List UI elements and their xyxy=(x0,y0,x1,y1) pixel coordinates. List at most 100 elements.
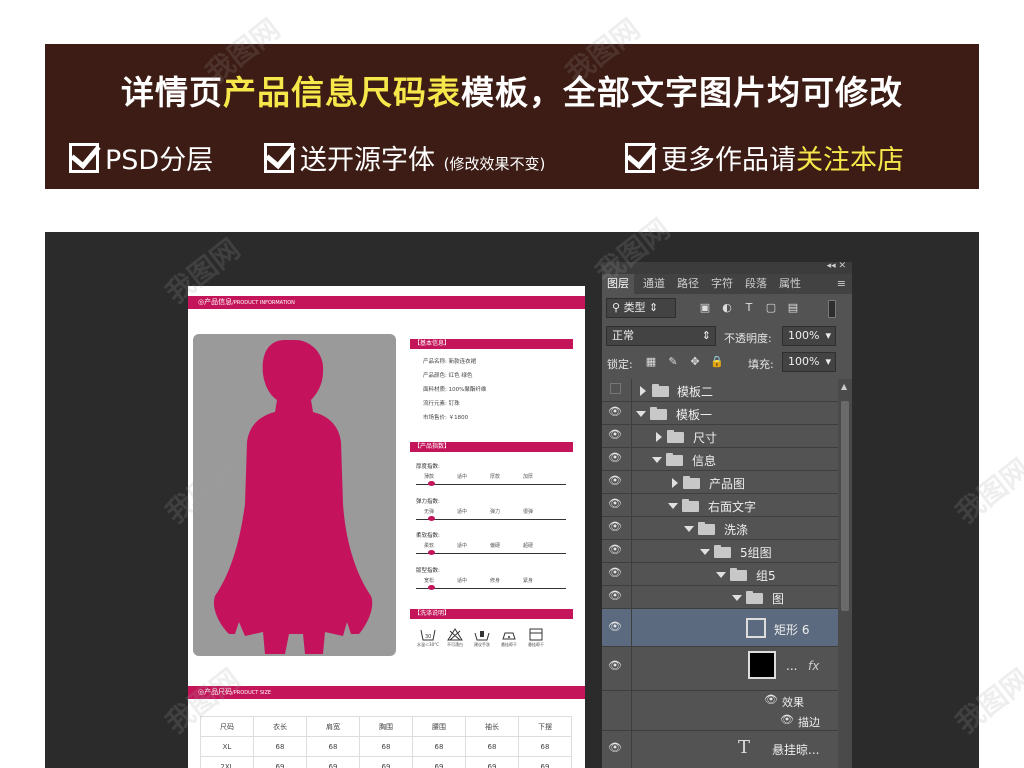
index-option: 宽松 xyxy=(424,578,435,584)
eye-icon[interactable]: 👁 xyxy=(780,713,794,726)
collapse-icon[interactable]: ◂◂ ✕ xyxy=(827,261,846,271)
blend-row: 正常 ⇕ 不透明度: 100% ▾ xyxy=(602,324,852,350)
tab-layers[interactable]: 图层 xyxy=(602,274,634,294)
index-marker xyxy=(428,585,435,590)
folder-icon xyxy=(650,407,667,420)
shape-filter-icon[interactable]: ▢ xyxy=(764,301,778,315)
layer-row[interactable]: 👁 T 悬挂晾... xyxy=(602,731,838,768)
canvas: 详情页产品信息尺码表模板，全部文字图片均可修改 PSD分层 送开源字体 (修改效… xyxy=(0,0,1024,768)
panel-titlebar: ◂◂ ✕ xyxy=(602,261,852,274)
tab-paragraph[interactable]: 段落 xyxy=(740,274,772,294)
check-icon xyxy=(625,143,655,173)
workspace: ◎产品信息/PRODUCT INFORMATION 【基本信息】 产品名称: 新… xyxy=(45,232,979,768)
index-option: 适中 xyxy=(457,543,468,549)
layer-row[interactable]: 模板二 xyxy=(602,379,838,402)
layer-row-selected[interactable]: 👁 矩形 6 xyxy=(602,609,838,647)
eye-icon[interactable]: 👁 xyxy=(608,497,624,513)
index-option: 加厚 xyxy=(523,474,534,480)
tab-character[interactable]: 字符 xyxy=(706,274,738,294)
scroll-thumb[interactable] xyxy=(841,401,849,611)
eye-icon[interactable]: 👁 xyxy=(608,566,624,582)
index-marker xyxy=(428,481,435,486)
layer-row[interactable]: 👁 信息 xyxy=(602,448,838,471)
tab-properties[interactable]: 属性 xyxy=(774,274,806,294)
index-option: 超硬 xyxy=(523,543,534,549)
banner-features: PSD分层 送开源字体 (修改效果不变) 更多作品请关注本店 xyxy=(69,138,969,178)
layer-row[interactable]: 👁 模板一 xyxy=(602,402,838,425)
panel-tabs: 图层 通道 路径 字符 段落 属性 ≡ xyxy=(602,274,852,294)
layer-row[interactable]: 👁 组5 xyxy=(602,563,838,586)
fx-icon[interactable]: fx xyxy=(808,659,819,673)
eye-icon[interactable]: 👁 xyxy=(608,451,624,467)
layers-scrollbar[interactable]: ▲ xyxy=(838,379,852,768)
eye-icon[interactable]: 👁 xyxy=(608,428,624,444)
eye-icon[interactable]: 👁 xyxy=(608,520,624,536)
banner-title: 详情页产品信息尺码表模板，全部文字图片均可修改 xyxy=(121,73,903,112)
tab-channels[interactable]: 通道 xyxy=(638,274,670,294)
index-header: 【产品指数】 xyxy=(410,442,573,452)
text-layer-icon: T xyxy=(738,737,751,758)
layer-row[interactable]: 👁 尺寸 xyxy=(602,425,838,448)
table-cell: 68 xyxy=(518,736,572,757)
effects-row[interactable]: 👁 效果 xyxy=(602,691,838,711)
collapse-icon[interactable] xyxy=(668,503,678,509)
layer-row[interactable]: 👁 图 xyxy=(602,586,838,609)
expand-icon[interactable] xyxy=(640,386,646,396)
layer-row[interactable]: 👁 右面文字 xyxy=(602,494,838,517)
expand-icon[interactable] xyxy=(672,478,678,488)
eye-icon[interactable]: 👁 xyxy=(608,659,624,675)
opacity-field[interactable]: 100% ▾ xyxy=(782,326,836,346)
filter-toggle[interactable] xyxy=(828,300,836,318)
layer-row[interactable]: 👁 产品图 xyxy=(602,471,838,494)
panel-menu-icon[interactable]: ≡ xyxy=(837,277,846,290)
table-header-cell: 肩宽 xyxy=(306,716,360,737)
lock-all-icon[interactable]: 🔒 xyxy=(710,355,724,369)
eye-icon[interactable]: 👁 xyxy=(608,405,624,421)
type-filter-icon[interactable]: T xyxy=(742,301,756,315)
index-scale: 薄款 适中 厚款 加厚 xyxy=(416,473,566,487)
collapse-icon[interactable] xyxy=(716,572,726,578)
index-label: 柔软指数: xyxy=(416,533,440,539)
layer-row[interactable]: 👁... fx xyxy=(602,647,838,691)
layer-row[interactable]: 👁 5组图 xyxy=(602,540,838,563)
smart-filter-icon[interactable]: ▤ xyxy=(786,301,800,315)
info-line: 市场售价: ￥1800 xyxy=(423,415,469,421)
feature-psd: PSD分层 xyxy=(69,138,213,177)
layer-row[interactable]: 👁 洗涤 xyxy=(602,517,838,540)
table-header-cell: 胸围 xyxy=(359,716,413,737)
eye-icon[interactable]: 👁 xyxy=(608,543,624,559)
image-filter-icon[interactable]: ▣ xyxy=(698,301,712,315)
index-scale: 无弹 适中 弹力 很弹 xyxy=(416,508,566,522)
folder-icon xyxy=(666,453,683,466)
lock-move-icon[interactable]: ✥ xyxy=(688,355,702,369)
eye-icon[interactable]: 👁 xyxy=(608,620,624,636)
table-cell: 69 xyxy=(412,756,466,768)
lock-pixels-icon[interactable]: ▦ xyxy=(644,355,658,369)
table-cell: 69 xyxy=(518,756,572,768)
fill-field[interactable]: 100% ▾ xyxy=(782,352,836,372)
blend-mode-select[interactable]: 正常 ⇕ xyxy=(606,326,716,346)
eye-icon[interactable]: 👁 xyxy=(764,693,778,706)
folder-icon xyxy=(730,568,747,581)
document-canvas: ◎产品信息/PRODUCT INFORMATION 【基本信息】 产品名称: 新… xyxy=(188,286,585,768)
lock-paint-icon[interactable]: ✎ xyxy=(666,355,680,369)
collapse-icon[interactable] xyxy=(636,411,646,417)
expand-icon[interactable] xyxy=(656,432,662,442)
effect-stroke-row[interactable]: 👁 描边 xyxy=(602,711,838,731)
visibility-toggle[interactable] xyxy=(610,383,621,394)
eye-icon[interactable]: 👁 xyxy=(608,741,624,757)
eye-icon[interactable]: 👁 xyxy=(608,589,624,605)
collapse-icon[interactable] xyxy=(732,595,742,601)
folder-icon xyxy=(652,384,669,397)
filter-kind-select[interactable]: ⚲ 类型 ⇕ xyxy=(606,298,676,318)
index-track xyxy=(416,519,566,520)
folder-icon xyxy=(683,476,700,489)
eye-icon[interactable]: 👁 xyxy=(608,474,624,490)
scroll-up-icon[interactable]: ▲ xyxy=(841,382,847,391)
collapse-icon[interactable] xyxy=(652,457,662,463)
collapse-icon[interactable] xyxy=(684,526,694,532)
collapse-icon[interactable] xyxy=(700,549,710,555)
tab-paths[interactable]: 路径 xyxy=(672,274,704,294)
adjust-filter-icon[interactable]: ◐ xyxy=(720,301,734,315)
no-bleach-icon xyxy=(447,628,463,641)
